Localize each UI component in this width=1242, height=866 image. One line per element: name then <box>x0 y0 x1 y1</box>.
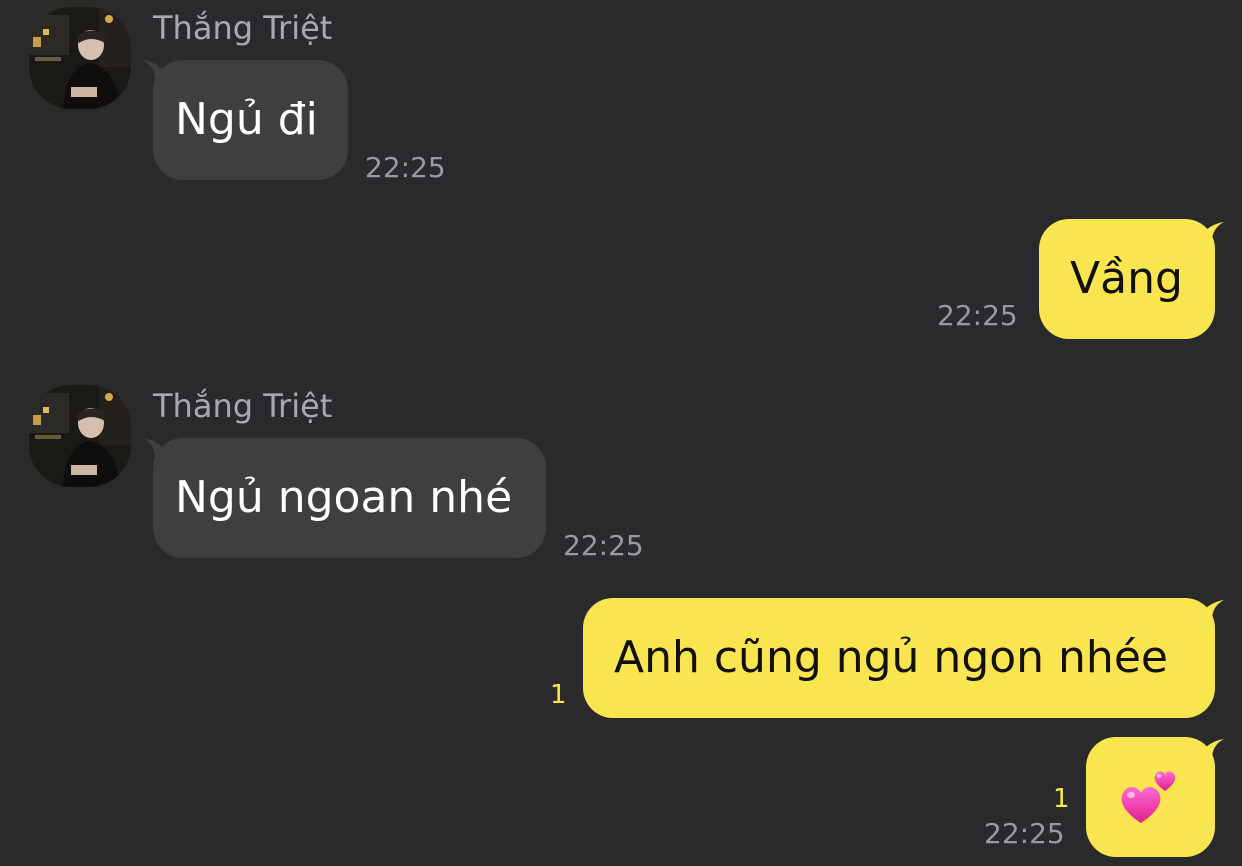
message-bubble-incoming[interactable]: Ngủ đi <box>153 60 348 180</box>
message-bubble-incoming[interactable]: Ngủ ngoan nhé <box>153 438 546 558</box>
message-text: Ngủ ngoan nhé <box>175 472 513 523</box>
message-timestamp: 22:25 <box>937 299 1018 332</box>
sender-avatar[interactable] <box>29 385 131 487</box>
message-timestamp: 22:25 <box>365 151 446 184</box>
chat-thread: Thắng Triệt Ngủ đi 22:25 22:25 Vầng Thắn… <box>0 0 1242 866</box>
bubble-tail <box>1200 600 1224 620</box>
bubble-tail <box>1200 739 1224 759</box>
unread-count: 1 <box>1053 784 1070 814</box>
message-bubble-outgoing[interactable] <box>1086 737 1215 857</box>
message-timestamp: 22:25 <box>984 817 1065 850</box>
message-timestamp: 22:25 <box>563 529 644 562</box>
message-text: Ngủ đi <box>175 94 318 145</box>
sender-avatar[interactable] <box>29 7 131 109</box>
sender-name: Thắng Triệt <box>153 387 333 425</box>
sender-name: Thắng Triệt <box>153 9 333 47</box>
message-text: Vầng <box>1070 253 1183 304</box>
unread-count: 1 <box>550 680 567 710</box>
message-text: Anh cũng ngủ ngon nhée <box>614 632 1168 683</box>
avatar-photo <box>29 7 131 109</box>
avatar-photo <box>29 385 131 487</box>
two-hearts-icon <box>1121 771 1175 823</box>
message-bubble-outgoing[interactable]: Vầng <box>1039 219 1215 339</box>
message-bubble-outgoing[interactable]: Anh cũng ngủ ngon nhée <box>583 598 1215 718</box>
bubble-tail <box>1200 222 1224 242</box>
